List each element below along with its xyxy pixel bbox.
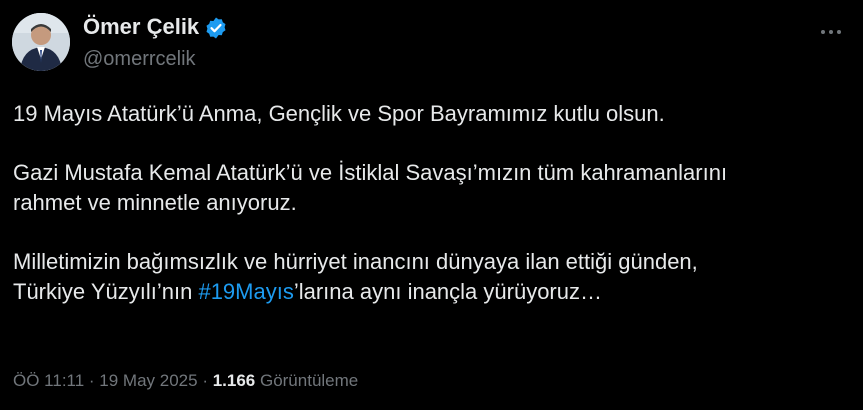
tweet-time[interactable]: ÖÖ 11:11 xyxy=(13,371,84,390)
more-dot xyxy=(829,30,833,34)
tweet-line: Türkiye Yüzyılı’nın #19Mayıs’larına aynı… xyxy=(13,277,853,307)
more-horizontal-icon xyxy=(821,30,825,34)
more-dot xyxy=(837,30,841,34)
tweet-text-segment: ’larına aynı inançla yürüyoruz… xyxy=(293,279,602,304)
views-label: Görüntüleme xyxy=(255,371,359,390)
tweet-meta: ÖÖ 11:11 · 19 May 2025 · 1.166 Görüntüle… xyxy=(13,369,358,393)
tweet-text-segment: Türkiye Yüzyılı’nın xyxy=(13,279,199,304)
verified-badge-icon xyxy=(204,16,228,40)
author-handle[interactable]: @omerrcelik xyxy=(83,46,196,72)
tweet-line: Gazi Mustafa Kemal Atatürk’ü ve İstiklal… xyxy=(13,160,728,185)
more-options-button[interactable] xyxy=(816,20,846,44)
tweet-line: rahmet ve minnetle anıyoruz. xyxy=(13,190,297,215)
tweet-line: Milletimizin bağımsızlık ve hürriyet ina… xyxy=(13,249,698,274)
tweet-date[interactable]: 19 May 2025 xyxy=(99,371,197,390)
tweet-card: Ömer Çelik @omerrcelik 19 Mayıs Atatürk’… xyxy=(0,0,863,410)
tweet-line: 19 Mayıs Atatürk’ü Anma, Gençlik ve Spor… xyxy=(13,101,665,126)
profile-photo-icon xyxy=(12,13,70,71)
meta-separator: · xyxy=(84,371,100,390)
avatar[interactable] xyxy=(12,13,70,71)
tweet-text: 19 Mayıs Atatürk’ü Anma, Gençlik ve Spor… xyxy=(13,99,853,307)
display-name[interactable]: Ömer Çelik xyxy=(83,13,199,41)
views-count: 1.166 xyxy=(212,371,256,390)
meta-separator: · xyxy=(197,371,213,390)
hashtag-link[interactable]: #19Mayıs xyxy=(198,279,293,304)
